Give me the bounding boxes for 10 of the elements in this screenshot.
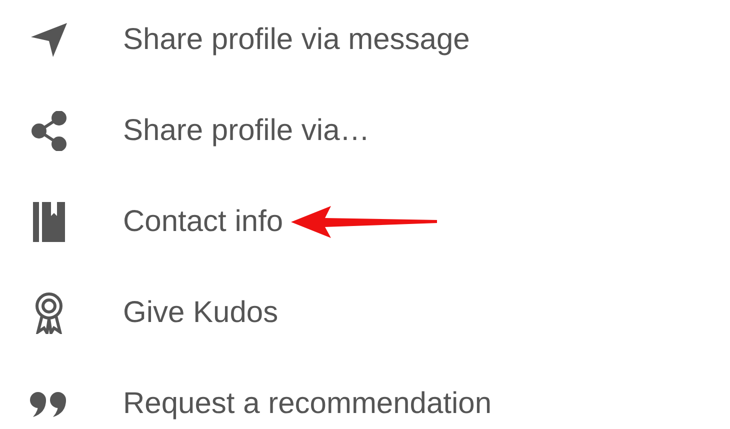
menu-item[interactable]: Contact info	[123, 199, 284, 244]
book-icon	[32, 202, 64, 242]
menu-item[interactable]: Give Kudos	[123, 290, 278, 335]
award-ribbon-icon	[32, 292, 64, 334]
menu-item[interactable]: Share profile via…	[123, 108, 370, 153]
share-icon	[30, 110, 66, 150]
menu-item[interactable]: Share profile via message	[123, 17, 470, 62]
quote-icon	[28, 390, 68, 416]
send-icon	[28, 22, 68, 58]
menu-item[interactable]: Request a recommendation	[123, 381, 492, 426]
